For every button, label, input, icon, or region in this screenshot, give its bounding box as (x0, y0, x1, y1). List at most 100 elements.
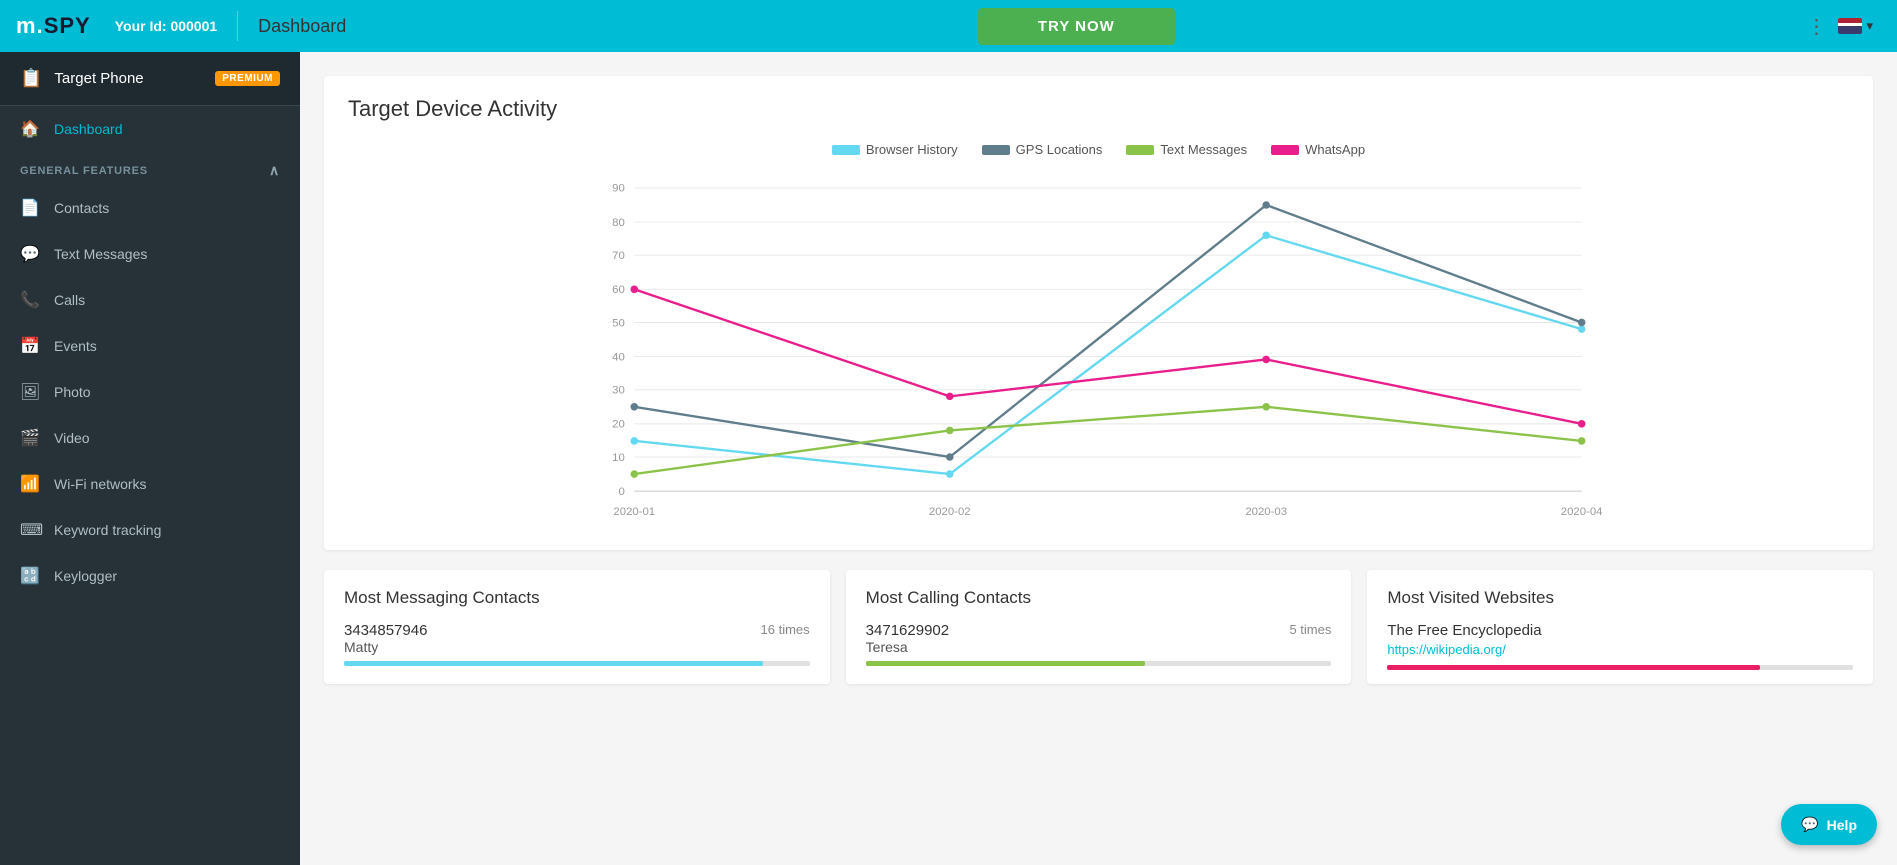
sidebar-item-dashboard[interactable]: 🏠 Dashboard (0, 106, 300, 152)
sidebar-calls-label: Calls (54, 292, 85, 308)
calling-contact-row: 5 times 3471629902 Teresa (866, 622, 1332, 655)
legend-color-browser (832, 145, 860, 155)
sidebar-wifi-label: Wi-Fi networks (54, 476, 147, 492)
svg-text:0: 0 (618, 486, 624, 498)
legend-whatsapp: WhatsApp (1271, 142, 1365, 157)
legend-label-browser: Browser History (866, 142, 958, 157)
messaging-contacts-card: Most Messaging Contacts 16 times 3434857… (324, 570, 830, 684)
websites-card: Most Visited Websites The Free Encyclope… (1367, 570, 1873, 684)
svg-text:2020-02: 2020-02 (929, 506, 971, 518)
message-icon: 💬 (20, 244, 40, 264)
dots-menu-icon[interactable]: ⋮ (1806, 14, 1826, 39)
svg-text:2020-01: 2020-01 (613, 506, 655, 518)
legend-label-gps: GPS Locations (1016, 142, 1103, 157)
svg-text:80: 80 (612, 217, 625, 229)
sidebar-photo-label: Photo (54, 384, 91, 400)
language-selector[interactable]: ▾ (1838, 18, 1873, 34)
legend-label-whatsapp: WhatsApp (1305, 142, 1365, 157)
messaging-number: 3434857946 (344, 622, 810, 639)
website-bar-bg (1387, 665, 1853, 670)
sidebar: 📋 Target Phone PREMIUM 🏠 Dashboard GENER… (0, 52, 300, 865)
home-icon: 🏠 (20, 119, 40, 139)
messaging-name: Matty (344, 639, 810, 655)
phone-call-icon: 📞 (20, 290, 40, 310)
keylogger-icon: 🔡 (20, 566, 40, 586)
activity-chart-svg: .axis-label { font: 12px Arial; fill: #9… (348, 169, 1849, 529)
help-button[interactable]: 💬 Help (1781, 804, 1877, 845)
sidebar-keylogger-label: Keylogger (54, 568, 117, 584)
calling-bar (866, 661, 1145, 666)
sidebar-item-video[interactable]: 🎬 Video (0, 415, 300, 461)
calling-name: Teresa (866, 639, 1332, 655)
us-flag-icon (1838, 18, 1862, 34)
section-label: GENERAL FEATURES (20, 165, 148, 177)
layout: 📋 Target Phone PREMIUM 🏠 Dashboard GENER… (0, 52, 1897, 865)
keyword-icon: ⌨ (20, 520, 40, 540)
general-features-section: GENERAL FEATURES ∧ (0, 152, 300, 185)
top-header: m.SPY Your Id: 000001 Dashboard TRY NOW … (0, 0, 1897, 52)
sidebar-item-events[interactable]: 📅 Events (0, 323, 300, 369)
activity-chart-card: Target Device Activity Browser History G… (324, 76, 1873, 550)
premium-badge: PREMIUM (215, 71, 280, 86)
calling-contacts-card: Most Calling Contacts 5 times 3471629902… (846, 570, 1352, 684)
legend-gps: GPS Locations (982, 142, 1103, 157)
line-text-messages (634, 407, 1581, 474)
svg-text:10: 10 (612, 452, 625, 464)
header-dashboard-title: Dashboard (258, 16, 346, 37)
photo-icon: 🖼 (20, 382, 40, 402)
logo-spy: SPY (44, 13, 91, 38)
logo: m.SPY (16, 13, 91, 39)
try-now-button[interactable]: TRY NOW (978, 8, 1175, 45)
svg-text:30: 30 (612, 385, 625, 397)
website-bar (1387, 665, 1760, 670)
sidebar-item-wifi[interactable]: 📶 Wi-Fi networks (0, 461, 300, 507)
header-center: Dashboard TRY NOW (217, 8, 1806, 45)
sidebar-item-text-messages[interactable]: 💬 Text Messages (0, 231, 300, 277)
sidebar-dashboard-label: Dashboard (54, 121, 123, 137)
legend-label-text: Text Messages (1160, 142, 1247, 157)
messaging-bar (344, 661, 763, 666)
sidebar-events-label: Events (54, 338, 97, 354)
svg-text:2020-04: 2020-04 (1561, 506, 1603, 518)
wifi-icon: 📶 (20, 474, 40, 494)
legend-browser-history: Browser History (832, 142, 958, 157)
target-phone-bar: 📋 Target Phone PREMIUM (0, 52, 300, 106)
svg-text:40: 40 (612, 351, 625, 363)
calling-number: 3471629902 (866, 622, 1332, 639)
website-row: The Free Encyclopedia https://wikipedia.… (1387, 622, 1853, 659)
websites-card-title: Most Visited Websites (1387, 588, 1853, 608)
bottom-cards: Most Messaging Contacts 16 times 3434857… (324, 570, 1873, 684)
svg-text:2020-03: 2020-03 (1245, 506, 1287, 518)
sidebar-item-photo[interactable]: 🖼 Photo (0, 369, 300, 415)
calendar-icon: 📅 (20, 336, 40, 356)
svg-text:20: 20 (612, 419, 625, 431)
sidebar-text-messages-label: Text Messages (54, 246, 147, 262)
messaging-bar-bg (344, 661, 810, 666)
calling-card-title: Most Calling Contacts (866, 588, 1332, 608)
phone-icon: 📋 (20, 68, 42, 89)
header-right: ⋮ ▾ (1806, 14, 1881, 39)
sidebar-item-calls[interactable]: 📞 Calls (0, 277, 300, 323)
legend-color-text (1126, 145, 1154, 155)
help-chat-icon: 💬 (1801, 816, 1818, 833)
help-label: Help (1827, 817, 1857, 833)
video-icon: 🎬 (20, 428, 40, 448)
chart-legend: Browser History GPS Locations Text Messa… (348, 142, 1849, 157)
website-name: The Free Encyclopedia (1387, 622, 1853, 639)
chart-svg-container: .axis-label { font: 12px Arial; fill: #9… (348, 169, 1849, 534)
user-id: Your Id: 000001 (115, 18, 217, 34)
chevron-down-icon: ▾ (1866, 18, 1873, 34)
line-browser-history (634, 235, 1581, 474)
sidebar-item-contacts[interactable]: 📄 Contacts (0, 185, 300, 231)
sidebar-item-keylogger[interactable]: 🔡 Keylogger (0, 553, 300, 599)
contacts-icon: 📄 (20, 198, 40, 218)
messaging-times: 16 times (761, 622, 810, 637)
chart-title: Target Device Activity (348, 96, 1849, 122)
sidebar-keyword-label: Keyword tracking (54, 522, 161, 538)
sidebar-item-keyword[interactable]: ⌨ Keyword tracking (0, 507, 300, 553)
sidebar-video-label: Video (54, 430, 90, 446)
website-url[interactable]: https://wikipedia.org/ (1387, 642, 1506, 657)
section-chevron-icon[interactable]: ∧ (269, 162, 280, 179)
legend-text-messages: Text Messages (1126, 142, 1247, 157)
legend-color-whatsapp (1271, 145, 1299, 155)
